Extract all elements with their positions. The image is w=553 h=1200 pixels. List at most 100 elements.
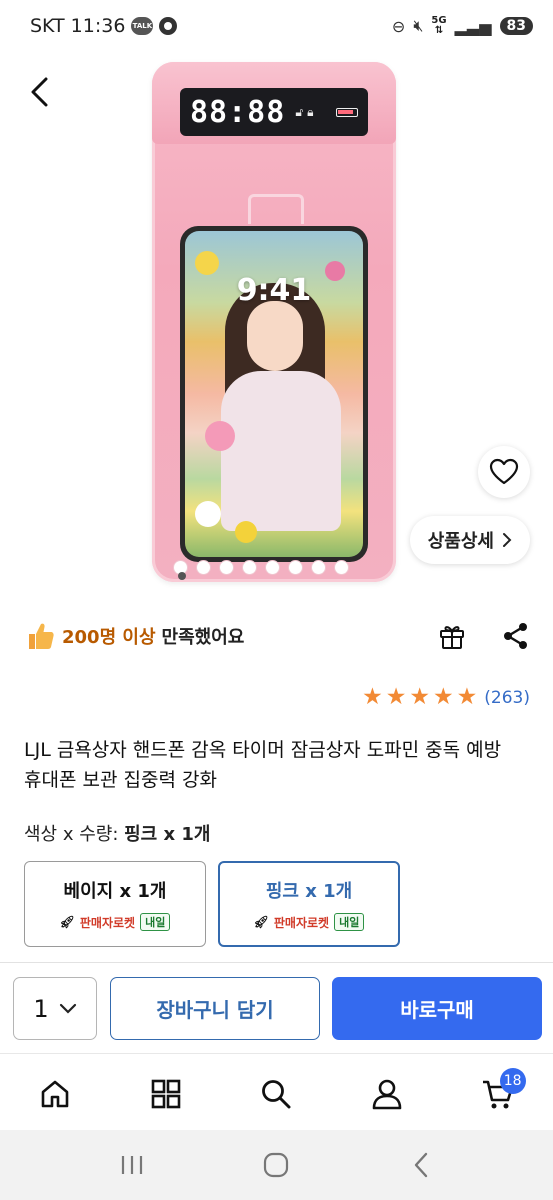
person-face-graphic <box>247 301 303 371</box>
rocket-label: 판매자로켓 <box>79 915 136 930</box>
flower-graphic <box>235 521 257 543</box>
timer-digits: 88:88 <box>190 94 286 130</box>
lock-icons: 🔓︎🔒︎ <box>295 104 318 119</box>
review-count[interactable]: (263) <box>484 688 530 708</box>
option-delivery-info: 🚀︎ 판매자로켓 내일 <box>254 913 365 931</box>
option-card-pink[interactable]: 핑크 x 1개 🚀︎ 판매자로켓 내일 <box>218 861 400 947</box>
back-arrow-icon <box>414 1152 428 1178</box>
option-card-beige[interactable]: 베이지 x 1개 🚀︎ 판매자로켓 내일 <box>24 861 206 947</box>
category-icon <box>151 1079 181 1109</box>
signal-icon: ▂▃▅ <box>454 16 492 36</box>
satisfaction-text: 만족했어요 <box>161 627 245 648</box>
star-icon: ★ <box>456 684 478 710</box>
satisfaction-count: 200명 이상 <box>62 627 156 648</box>
product-detail-label: 상품상세 <box>427 531 494 552</box>
phone-in-case: 9:41 <box>180 226 368 562</box>
location-icon <box>159 17 178 35</box>
satisfaction-row: 200명 이상 만족했어요 <box>26 616 531 656</box>
delivery-badge: 내일 <box>334 913 365 931</box>
timer-display: 88:88 🔓︎🔒︎ <box>180 88 368 136</box>
option-name: 핑크 x 1개 <box>265 881 353 902</box>
quantity-value: 1 <box>33 994 49 1023</box>
product-actions <box>437 621 531 651</box>
network-icon: 5G ⇅ <box>431 15 447 36</box>
nav-category[interactable] <box>138 1066 194 1122</box>
divider <box>0 962 553 963</box>
phone-lockscreen-time: 9:41 <box>236 273 312 308</box>
option-label-prefix: 색상 x 수량: <box>24 824 125 845</box>
nav-home[interactable] <box>27 1066 83 1122</box>
nav-cart[interactable]: 18 <box>470 1066 526 1122</box>
rocket-label: 판매자로켓 <box>273 915 330 930</box>
quantity-select[interactable]: 1 <box>13 977 97 1040</box>
recent-apps-button[interactable] <box>102 1140 162 1190</box>
carousel-dot <box>178 572 186 580</box>
home-system-icon <box>264 1152 289 1178</box>
share-button[interactable] <box>501 621 531 651</box>
wishlist-button[interactable] <box>478 446 530 498</box>
star-icon: ★ <box>362 684 383 710</box>
divider <box>0 1053 553 1054</box>
chevron-left-icon <box>31 77 48 107</box>
led-dot <box>289 561 302 574</box>
rocket-icon: 🚀︎ <box>253 915 269 929</box>
back-button[interactable] <box>20 72 60 112</box>
option-name: 베이지 x 1개 <box>63 881 167 902</box>
case-led-dots <box>174 561 348 574</box>
flower-graphic <box>195 501 221 527</box>
status-right: ⊖ 🔇︎ 5G ⇅ ▂▃▅ 83 <box>392 16 533 36</box>
led-dot <box>335 561 348 574</box>
bottom-nav: 18 <box>0 1058 553 1130</box>
dnd-icon: ⊖ <box>391 16 406 36</box>
led-dot <box>266 561 279 574</box>
gift-button[interactable] <box>437 621 467 651</box>
status-left: SKT 11:36 TALK <box>30 15 178 37</box>
option-label: 색상 x 수량: 핑크 x 1개 <box>24 820 210 846</box>
product-image: 88:88 🔓︎🔒︎ 9:41 <box>152 62 396 582</box>
user-icon <box>372 1079 402 1110</box>
mute-icon: 🔇︎ <box>413 16 424 35</box>
product-detail-button[interactable]: 상품상세 <box>409 516 530 564</box>
led-dot <box>197 561 210 574</box>
product-image-carousel[interactable]: 88:88 🔓︎🔒︎ 9:41 상품상세 <box>0 52 553 592</box>
timer-battery-icon <box>336 107 358 117</box>
chevron-down-icon <box>59 1003 76 1014</box>
add-to-cart-button[interactable]: 장바구니 담기 <box>110 977 320 1040</box>
led-dot <box>220 561 233 574</box>
home-icon <box>41 1080 69 1108</box>
case-clip <box>248 194 304 224</box>
star-icon: ★ <box>385 684 407 710</box>
option-label-value: 핑크 x 1개 <box>124 824 211 845</box>
chevron-right-icon <box>503 533 512 547</box>
system-back-button[interactable] <box>391 1140 451 1190</box>
case-lid: 88:88 🔓︎🔒︎ <box>152 62 396 144</box>
person-body-graphic <box>221 371 341 531</box>
star-icon: ★ <box>409 684 431 710</box>
led-dot <box>312 561 325 574</box>
system-nav-bar <box>0 1130 553 1200</box>
nav-search[interactable] <box>248 1066 304 1122</box>
carousel-indicator <box>178 572 186 580</box>
buy-now-button[interactable]: 바로구매 <box>332 977 542 1040</box>
led-dot <box>243 561 256 574</box>
phone-wallpaper: 9:41 <box>185 231 363 557</box>
flower-graphic <box>205 421 235 451</box>
cart-count-badge: 18 <box>499 1068 526 1094</box>
network-label: 5G <box>431 15 447 26</box>
rocket-icon: 🚀︎ <box>59 915 75 929</box>
recent-apps-icon <box>122 1156 143 1174</box>
status-bar: SKT 11:36 TALK ⊖ 🔇︎ 5G ⇅ ▂▃▅ 83 <box>0 0 553 52</box>
share-icon <box>504 623 527 649</box>
search-icon <box>262 1080 291 1109</box>
rating-row[interactable]: ★ ★ ★ ★ ★ (263) <box>362 686 530 709</box>
clock: 11:36 <box>70 15 126 37</box>
talk-icon: TALK <box>131 17 154 35</box>
home-system-button[interactable] <box>246 1140 306 1190</box>
thumbs-up-icon <box>29 623 54 649</box>
nav-my-account[interactable] <box>359 1066 415 1122</box>
flower-graphic <box>195 251 219 275</box>
product-title: LJL 금욕상자 핸드폰 감옥 타이머 잠금상자 도파민 중독 예방 휴대폰 보… <box>24 739 502 791</box>
delivery-badge: 내일 <box>140 913 171 931</box>
gift-icon <box>440 626 464 649</box>
option-delivery-info: 🚀︎ 판매자로켓 내일 <box>60 913 171 931</box>
